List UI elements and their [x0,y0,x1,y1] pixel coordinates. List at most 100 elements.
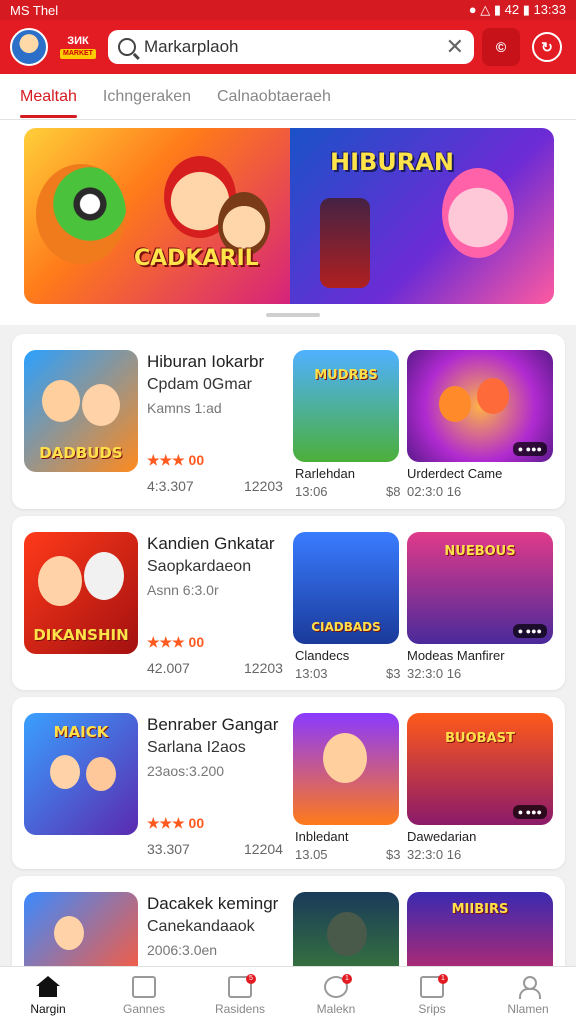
thumbnail-label: MAICK [53,723,109,741]
related-thumbnail[interactable] [293,713,399,825]
notification-badge: 5 [246,973,256,984]
app-header: ЗИК MARKET ✕ © ↻ [0,20,576,74]
rating-stars: ★★★ 00 [147,452,205,468]
related-thumbnail[interactable]: ● ●●● [407,350,553,462]
game-thumbnail[interactable]: DADBUDS [24,350,138,472]
tab-1[interactable]: Ichngeraken [103,74,191,120]
tab-0[interactable]: Mealtah [20,74,77,120]
game-price: 4:3.307 [147,478,194,494]
rating-stars: ★★★ 00 [147,815,205,831]
nav-label: Rasidens [214,1001,266,1016]
game-thumbnail[interactable]: DIKANSHIN [24,532,138,654]
close-icon[interactable]: ✕ [446,36,464,58]
banner-section: CADKARIL HIBURAN [0,120,576,325]
game-size: 12204 [244,841,283,857]
notification-badge: 1 [438,973,448,984]
thumbnail-label: MUDRBS [314,368,378,383]
tab-bar: Mealtah Ichngeraken Calnaobtaeraeh [0,74,576,120]
banner-left-title: CADKARIL [134,246,259,271]
refresh-button[interactable]: ↻ [532,32,562,62]
gauge-icon: 1 [324,973,352,998]
brand-logo-badge: MARKET [60,49,96,59]
game-meta: Kamns 1:ad [147,400,222,416]
nav-games[interactable]: Gannes [96,967,192,1024]
nav-label: Srips [418,1001,446,1016]
related-price: 32:3:0 16 [407,847,462,862]
status-right-text: ● △ ▮ 42 ▮ 13:33 [468,2,566,17]
nav-profile[interactable]: Nlamen [480,967,576,1024]
notification-badge: 1 [342,973,352,984]
character-icon [327,912,367,956]
tab-2[interactable]: Calnaobtaeraeh [217,74,331,120]
banner-right-image: HIBURAN [290,128,554,304]
refresh-icon: ↻ [541,38,553,55]
character-icon [42,380,80,422]
badge-icon: ● ●●● [512,442,547,456]
related-title: Urderdect Came [407,466,503,481]
brand-logo[interactable]: ЗИК MARKET [56,28,100,66]
bell-icon: © [495,39,507,55]
badge-icon: ● ●●● [512,805,547,819]
badge-icon: ● ●●● [512,624,547,638]
nav-malekn[interactable]: 1 Malekn [288,967,384,1024]
game-subtitle: Canekandaaok [147,918,255,935]
inbox-icon: 1 [420,973,448,998]
thumbnail-label: DADBUDS [39,444,123,462]
game-thumbnail[interactable]: MAICK [24,713,138,835]
related-thumbnail[interactable]: BUOBAST ● ●●● [407,713,553,825]
related-size: $3 [386,847,401,862]
character-icon [38,556,82,606]
notification-button[interactable]: © [482,28,520,66]
nav-home[interactable]: Nargin [0,967,96,1024]
character-icon [50,755,80,789]
related-size: $3 [386,666,401,681]
banner-character-icon [36,164,126,264]
game-subtitle: Sarlana I2aos [147,739,246,756]
thumbnail-label: BUOBAST [445,731,515,746]
banner-pager-indicator[interactable] [266,313,320,317]
game-subtitle: Cpdam 0Gmar [147,376,252,393]
related-title: Modeas Manfirer [407,648,505,663]
bottom-nav: Nargin Gannes 5 Rasidens 1 Malekn 1 Srip… [0,966,576,1024]
avatar[interactable] [10,28,48,66]
game-title: Hiburan Iokarbr [147,352,265,371]
promo-banner[interactable]: CADKARIL HIBURAN [24,128,554,304]
related-title: Inbledant [295,829,349,844]
banner-character-icon [320,198,370,288]
search-input[interactable] [144,37,438,57]
game-meta: 23aos:3.200 [147,763,225,779]
related-price: 13:06 [295,484,328,499]
character-icon [439,386,471,422]
game-price: 33.307 [147,841,190,857]
game-title: Benraber Gangar [147,715,279,734]
game-card[interactable]: DADBUDS Hiburan Iokarbr Cpdam 0Gmar Kamn… [12,334,565,509]
related-title: Clandecs [295,648,350,663]
thumbnail-label: CIADBADS [311,620,381,634]
game-title: Kandien Gnkatar [147,534,275,553]
character-icon [477,378,509,414]
nav-label: Gannes [122,1001,166,1016]
character-icon [86,757,116,791]
game-title: Dacakek kemingr [147,894,279,913]
related-title: Rarlehdan [295,466,355,481]
chart-icon: 5 [228,973,256,998]
banner-left-image: CADKARIL [24,128,290,304]
character-icon [84,552,124,600]
status-left-text: MS Thel [10,2,59,18]
related-thumbnail[interactable]: MUDRBS [293,350,399,462]
game-card[interactable]: MAICK Benraber Gangar Sarlana I2aos 23ao… [12,697,565,869]
nav-srips[interactable]: 1 Srips [384,967,480,1024]
thumbnail-label: NUEBOUS [444,544,516,559]
nav-label: Malekn [316,1001,356,1016]
game-size: 12203 [244,660,283,676]
home-icon [36,975,60,998]
related-thumbnail[interactable]: CIADBADS [293,532,399,644]
game-card[interactable]: DIKANSHIN Kandien Gnkatar Saopkardaeon A… [12,516,565,690]
related-thumbnail[interactable]: NUEBOUS ● ●●● [407,532,553,644]
nav-rasidens[interactable]: 5 Rasidens [192,967,288,1024]
game-size: 12203 [244,478,283,494]
search-bar[interactable]: ✕ [108,30,474,64]
related-size: $8 [386,484,401,499]
banner-character-icon [442,168,514,258]
thumbnail-label: MIIBIRS [451,902,509,917]
